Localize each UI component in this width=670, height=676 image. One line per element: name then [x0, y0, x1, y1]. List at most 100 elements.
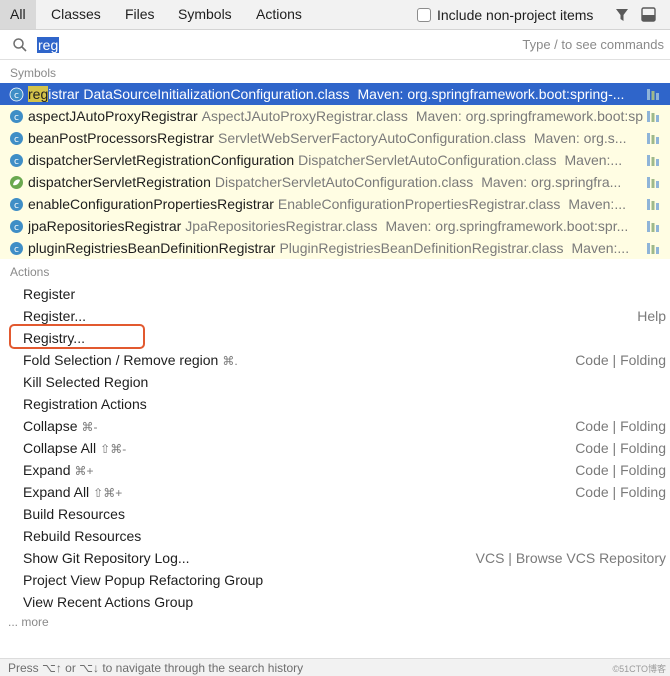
symbol-class: PluginRegistriesBeanDefinitionRegistrar.…: [279, 240, 564, 256]
action-group: Code | Folding: [575, 418, 666, 434]
action-item[interactable]: Build Resources: [0, 503, 670, 525]
action-name: Register: [23, 286, 76, 302]
search-everywhere-tabs: All Classes Files Symbols Actions Includ…: [0, 0, 670, 30]
action-item[interactable]: Collapse All ⇧⌘- Code | Folding: [0, 437, 670, 459]
action-item[interactable]: Collapse ⌘- Code | Folding: [0, 415, 670, 437]
symbol-name: dispatcherServletRegistration: [28, 174, 211, 190]
symbol-class: AspectJAutoProxyRegistrar.class: [201, 108, 408, 124]
action-item[interactable]: Kill Selected Region: [0, 371, 670, 393]
action-group: Code | Folding: [575, 462, 666, 478]
action-item[interactable]: Expand All ⇧⌘+ Code | Folding: [0, 481, 670, 503]
symbol-row[interactable]: c aspectJAutoProxyRegistrar AspectJAutoPr…: [0, 105, 670, 127]
action-name: Collapse: [23, 418, 78, 434]
svg-text:c: c: [14, 201, 19, 211]
library-icon: [647, 199, 659, 210]
search-query: reg: [37, 37, 60, 53]
action-group: Code | Folding: [575, 484, 666, 500]
symbol-row[interactable]: c registrar DataSourceInitializationConfi…: [0, 83, 670, 105]
symbol-row[interactable]: c beanPostProcessorsRegistrar ServletWebS…: [0, 127, 670, 149]
symbol-library: Maven:...: [564, 152, 623, 168]
symbol-library: Maven: org.springframework.boot:spring-.…: [357, 86, 625, 102]
include-non-project-label: Include non-project items: [437, 7, 594, 23]
action-item[interactable]: Project View Popup Refactoring Group: [0, 569, 670, 591]
symbol-library: Maven: org.springframework.boot:spr...: [415, 108, 643, 124]
search-hint: Type / to see commands: [522, 37, 664, 52]
svg-text:c: c: [14, 157, 19, 167]
symbol-row[interactable]: dispatcherServletRegistration DispatcherS…: [0, 171, 670, 193]
action-name: Expand All: [23, 484, 90, 500]
symbol-name: enableConfigurationPropertiesRegistrar: [28, 196, 274, 212]
symbol-row[interactable]: c enableConfigurationPropertiesRegistrar…: [0, 193, 670, 215]
tab-symbols[interactable]: Symbols: [168, 0, 242, 29]
svg-text:c: c: [14, 135, 19, 145]
action-item[interactable]: Show Git Repository Log... VCS | Browse V…: [0, 547, 670, 569]
class-icon: c: [10, 132, 23, 145]
action-name: Project View Popup Refactoring Group: [23, 572, 264, 588]
action-item[interactable]: Fold Selection / Remove region ⌘. Code | F…: [0, 349, 670, 371]
action-name: Expand: [23, 462, 71, 478]
symbol-class: DispatcherServletAutoConfiguration.class: [298, 152, 557, 168]
action-shortcut: ⌘+: [74, 464, 94, 478]
more-link[interactable]: ... more: [8, 615, 49, 629]
filter-icon[interactable]: [614, 7, 630, 23]
action-group: VCS | Browse VCS Repository: [475, 550, 666, 566]
watermark: ©51CTO博客: [612, 664, 666, 674]
class-icon: c: [10, 110, 23, 123]
action-group: Code | Folding: [575, 440, 666, 456]
action-group: Code | Folding: [575, 352, 666, 368]
symbol-library: Maven:...: [571, 240, 630, 256]
action-name: Show Git Repository Log...: [23, 550, 190, 566]
status-bar: Press ⌥↑ or ⌥↓ to navigate through the s…: [0, 658, 670, 676]
symbol-class: JpaRepositoriesRegistrar.class: [185, 218, 378, 234]
symbol-class: DispatcherServletAutoConfiguration.class: [214, 174, 474, 190]
class-icon: c: [10, 198, 23, 211]
status-hint: Press ⌥↑ or ⌥↓ to navigate through the s…: [8, 661, 304, 675]
library-icon: [647, 221, 659, 232]
symbol-library: Maven: org.s...: [533, 130, 627, 146]
symbol-name: istrar: [48, 86, 80, 102]
symbol-library: Maven:...: [568, 196, 626, 212]
bean-icon: [10, 176, 23, 189]
tab-files[interactable]: Files: [115, 0, 165, 29]
library-icon: [647, 177, 659, 188]
search-input[interactable]: reg: [37, 37, 60, 53]
symbol-name: dispatcherServletRegistrationConfigurati…: [28, 152, 295, 168]
include-non-project-toggle[interactable]: Include non-project items: [417, 6, 593, 24]
symbols-list: c registrar DataSourceInitializationConfi…: [0, 83, 670, 259]
class-icon: c: [10, 242, 23, 255]
action-name: Build Resources: [23, 506, 125, 522]
action-name: Fold Selection / Remove region: [23, 352, 219, 368]
symbol-row[interactable]: c jpaRepositoriesRegistrar JpaRepositorie…: [0, 215, 670, 237]
action-shortcut: ⇧⌘-: [100, 442, 127, 456]
library-icon: [647, 243, 659, 254]
symbol-name: pluginRegistriesBeanDefinitionRegistrar: [28, 240, 276, 256]
tab-classes[interactable]: Classes: [41, 0, 111, 29]
search-icon: [13, 38, 27, 52]
action-item[interactable]: Register: [0, 283, 670, 305]
symbols-section-label: Symbols: [10, 66, 57, 80]
class-icon: c: [9, 87, 24, 102]
include-non-project-checkbox[interactable]: [417, 8, 431, 22]
action-item[interactable]: View Recent Actions Group: [0, 591, 670, 613]
symbol-class: ServletWebServerFactoryAutoConfiguration…: [217, 130, 526, 146]
library-icon: [647, 89, 659, 100]
symbol-row[interactable]: c dispatcherServletRegistrationConfigura…: [0, 149, 670, 171]
action-group: Help: [637, 308, 666, 324]
action-item[interactable]: Registration Actions: [0, 393, 670, 415]
tab-actions[interactable]: Actions: [246, 0, 312, 29]
action-shortcut: ⌘.: [222, 354, 238, 368]
symbol-name: beanPostProcessorsRegistrar: [28, 130, 214, 146]
action-item[interactable]: Rebuild Resources: [0, 525, 670, 547]
symbol-class: EnableConfigurationPropertiesRegistrar.c…: [277, 196, 561, 212]
symbol-class: DataSourceInitializationConfiguration.cl…: [83, 86, 350, 102]
library-icon: [647, 111, 659, 122]
symbol-match: reg: [28, 86, 49, 102]
open-in-tool-window-icon[interactable]: [641, 7, 656, 22]
tab-all[interactable]: All: [0, 0, 36, 29]
action-name: Kill Selected Region: [23, 374, 149, 390]
symbol-row[interactable]: c pluginRegistriesBeanDefinitionRegistra…: [0, 237, 670, 259]
library-icon: [647, 155, 659, 166]
action-item[interactable]: Expand ⌘+ Code | Folding: [0, 459, 670, 481]
action-name: Collapse All: [23, 440, 97, 456]
action-shortcut: ⌘-: [81, 420, 98, 434]
